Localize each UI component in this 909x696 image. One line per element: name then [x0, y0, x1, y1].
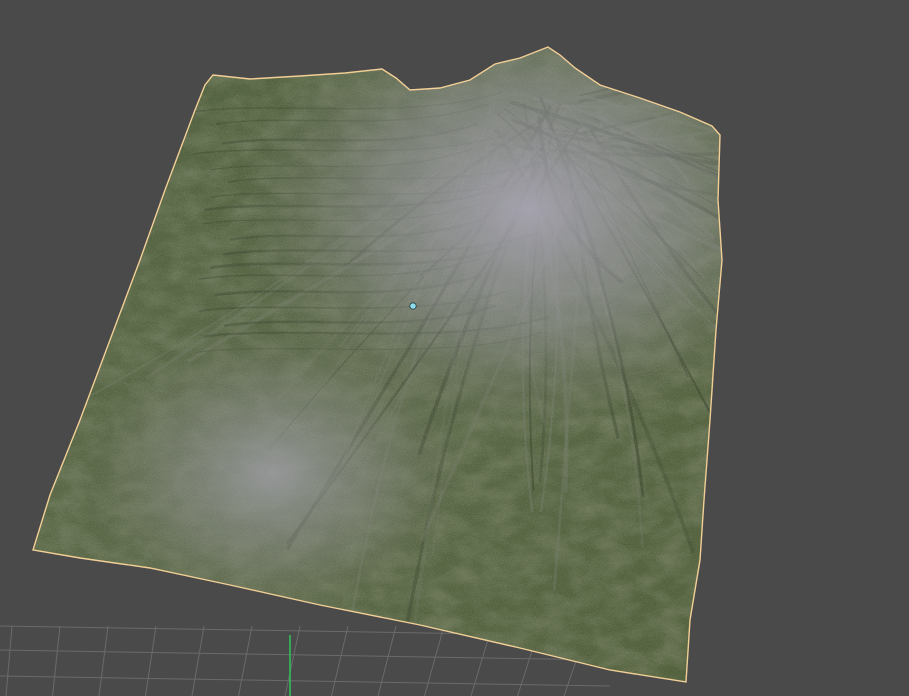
scene-canvas[interactable]	[0, 0, 909, 696]
terrain-mesh[interactable]	[0, 0, 909, 696]
grid-line	[98, 625, 109, 696]
grid-line	[0, 649, 611, 661]
grid-line	[5, 625, 13, 696]
grid-line	[145, 625, 157, 696]
3d-viewport[interactable]	[0, 0, 909, 696]
grid-line	[52, 625, 61, 696]
grid-line	[377, 625, 397, 696]
grid-line	[331, 625, 349, 696]
grid-line	[284, 625, 301, 696]
grid-line	[191, 625, 205, 696]
grid-line	[238, 625, 253, 696]
grid-line	[0, 675, 611, 687]
grid-line	[424, 625, 445, 696]
cursor-point-icon[interactable]	[409, 302, 417, 310]
